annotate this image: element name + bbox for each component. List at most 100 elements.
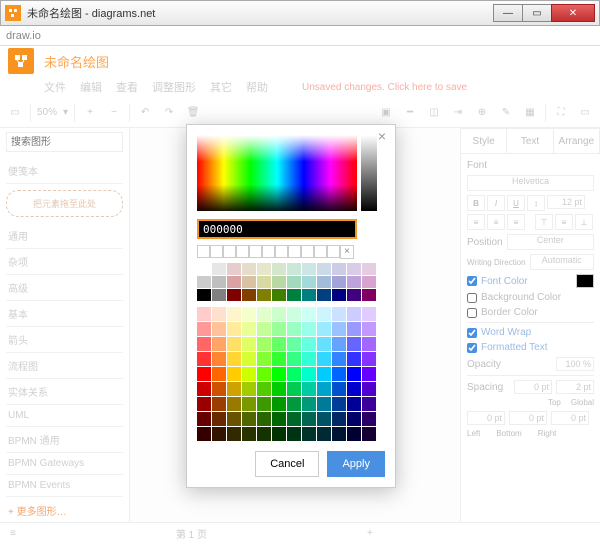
color-swatch[interactable] xyxy=(212,397,226,411)
unsaved-notice[interactable]: Unsaved changes. Click here to save xyxy=(302,82,467,93)
color-swatch[interactable] xyxy=(197,382,211,396)
color-swatch[interactable] xyxy=(272,352,286,366)
align-center-icon[interactable]: ≡ xyxy=(487,214,505,230)
color-swatch[interactable] xyxy=(227,337,241,351)
color-swatch[interactable] xyxy=(332,276,346,288)
zoom-dropdown-icon[interactable]: ▾ xyxy=(63,107,68,118)
maximize-button[interactable]: ▭ xyxy=(522,4,552,22)
color-spectrum[interactable] xyxy=(197,135,357,211)
color-swatch[interactable] xyxy=(212,367,226,381)
apply-button[interactable]: Apply xyxy=(327,451,385,477)
italic-button[interactable]: I xyxy=(487,195,505,211)
search-input[interactable] xyxy=(6,132,123,152)
color-swatch[interactable] xyxy=(332,307,346,321)
scratchpad-dropzone[interactable]: 把元素拖至此处 xyxy=(6,190,123,217)
position-select[interactable]: Center xyxy=(507,234,594,250)
color-swatch[interactable] xyxy=(362,337,376,351)
more-shapes[interactable]: + 更多图形… xyxy=(6,497,123,522)
menu-edit[interactable]: 编辑 xyxy=(80,79,102,95)
recent-color-slot[interactable] xyxy=(327,245,340,258)
color-swatch[interactable] xyxy=(272,322,286,336)
clear-recent-icon[interactable]: × xyxy=(340,245,354,259)
hex-input[interactable] xyxy=(197,219,357,239)
color-swatch[interactable] xyxy=(257,382,271,396)
color-swatch[interactable] xyxy=(302,322,316,336)
color-swatch[interactable] xyxy=(257,276,271,288)
color-swatch[interactable] xyxy=(197,307,211,321)
color-swatch[interactable] xyxy=(347,289,361,301)
color-swatch[interactable] xyxy=(272,263,286,275)
color-swatch[interactable] xyxy=(287,352,301,366)
color-swatch[interactable] xyxy=(347,337,361,351)
color-swatch[interactable] xyxy=(212,337,226,351)
color-swatch[interactable] xyxy=(332,322,346,336)
color-swatch[interactable] xyxy=(197,412,211,426)
color-swatch[interactable] xyxy=(362,322,376,336)
color-swatch[interactable] xyxy=(212,412,226,426)
color-swatch[interactable] xyxy=(332,412,346,426)
sidebar-section[interactable]: BPMN Events xyxy=(6,475,123,497)
zoom-in-icon[interactable]: + xyxy=(81,104,99,122)
color-swatch[interactable] xyxy=(317,397,331,411)
color-swatch[interactable] xyxy=(197,352,211,366)
color-swatch[interactable] xyxy=(257,263,271,275)
sidebar-section[interactable]: BPMN Gateways xyxy=(6,453,123,475)
color-swatch[interactable] xyxy=(242,412,256,426)
color-swatch[interactable] xyxy=(257,412,271,426)
color-swatch[interactable] xyxy=(362,397,376,411)
color-swatch[interactable] xyxy=(317,352,331,366)
color-swatch[interactable] xyxy=(227,352,241,366)
edit-icon[interactable]: ✎ xyxy=(497,104,515,122)
close-button[interactable]: ✕ xyxy=(551,4,595,22)
color-swatch[interactable] xyxy=(362,289,376,301)
color-swatch[interactable] xyxy=(362,382,376,396)
color-swatch[interactable] xyxy=(227,289,241,301)
color-swatch[interactable] xyxy=(362,307,376,321)
zoom-out-icon[interactable]: − xyxy=(105,104,123,122)
color-swatch[interactable] xyxy=(317,276,331,288)
color-swatch[interactable] xyxy=(242,322,256,336)
color-swatch[interactable] xyxy=(302,427,316,441)
recent-color-slot[interactable] xyxy=(262,245,275,258)
color-swatch[interactable] xyxy=(287,337,301,351)
color-swatch[interactable] xyxy=(272,276,286,288)
line-icon[interactable]: ━ xyxy=(401,104,419,122)
color-swatch[interactable] xyxy=(227,412,241,426)
color-swatch[interactable] xyxy=(227,307,241,321)
color-swatch[interactable] xyxy=(257,367,271,381)
color-swatch[interactable] xyxy=(332,367,346,381)
color-swatch[interactable] xyxy=(197,367,211,381)
color-swatch[interactable] xyxy=(302,352,316,366)
color-swatch[interactable] xyxy=(197,322,211,336)
add-page-button[interactable]: + xyxy=(367,528,373,539)
color-swatch[interactable] xyxy=(287,412,301,426)
zoom-level[interactable]: 50% xyxy=(37,107,57,118)
color-swatch[interactable] xyxy=(347,367,361,381)
bold-button[interactable]: B xyxy=(467,195,485,211)
color-swatch[interactable] xyxy=(272,307,286,321)
tab-style[interactable]: Style xyxy=(461,128,507,154)
valign-middle-icon[interactable]: ≡ xyxy=(555,214,573,230)
recent-color-slot[interactable] xyxy=(236,245,249,258)
color-swatch[interactable] xyxy=(272,337,286,351)
color-swatch[interactable] xyxy=(242,397,256,411)
sidebar-section[interactable]: 箭头 xyxy=(6,327,123,353)
recent-color-slot[interactable] xyxy=(249,245,262,258)
color-swatch[interactable] xyxy=(257,337,271,351)
valign-bottom-icon[interactable]: ⊥ xyxy=(575,214,593,230)
drawer-icon[interactable]: ≡ xyxy=(10,528,16,539)
color-swatch[interactable] xyxy=(317,382,331,396)
scratchpad-section[interactable]: 便笺本 xyxy=(6,158,123,184)
recent-color-slot[interactable] xyxy=(197,245,210,258)
color-swatch[interactable] xyxy=(212,307,226,321)
recent-color-slot[interactable] xyxy=(288,245,301,258)
spacing-right-input[interactable] xyxy=(551,411,589,425)
color-swatch[interactable] xyxy=(332,289,346,301)
color-swatch[interactable] xyxy=(197,276,211,288)
align-right-icon[interactable]: ≡ xyxy=(507,214,525,230)
sidebar-toggle-icon[interactable]: ▭ xyxy=(6,104,24,122)
color-swatch[interactable] xyxy=(197,397,211,411)
color-swatch[interactable] xyxy=(317,263,331,275)
recent-color-slot[interactable] xyxy=(210,245,223,258)
color-swatch[interactable] xyxy=(317,307,331,321)
